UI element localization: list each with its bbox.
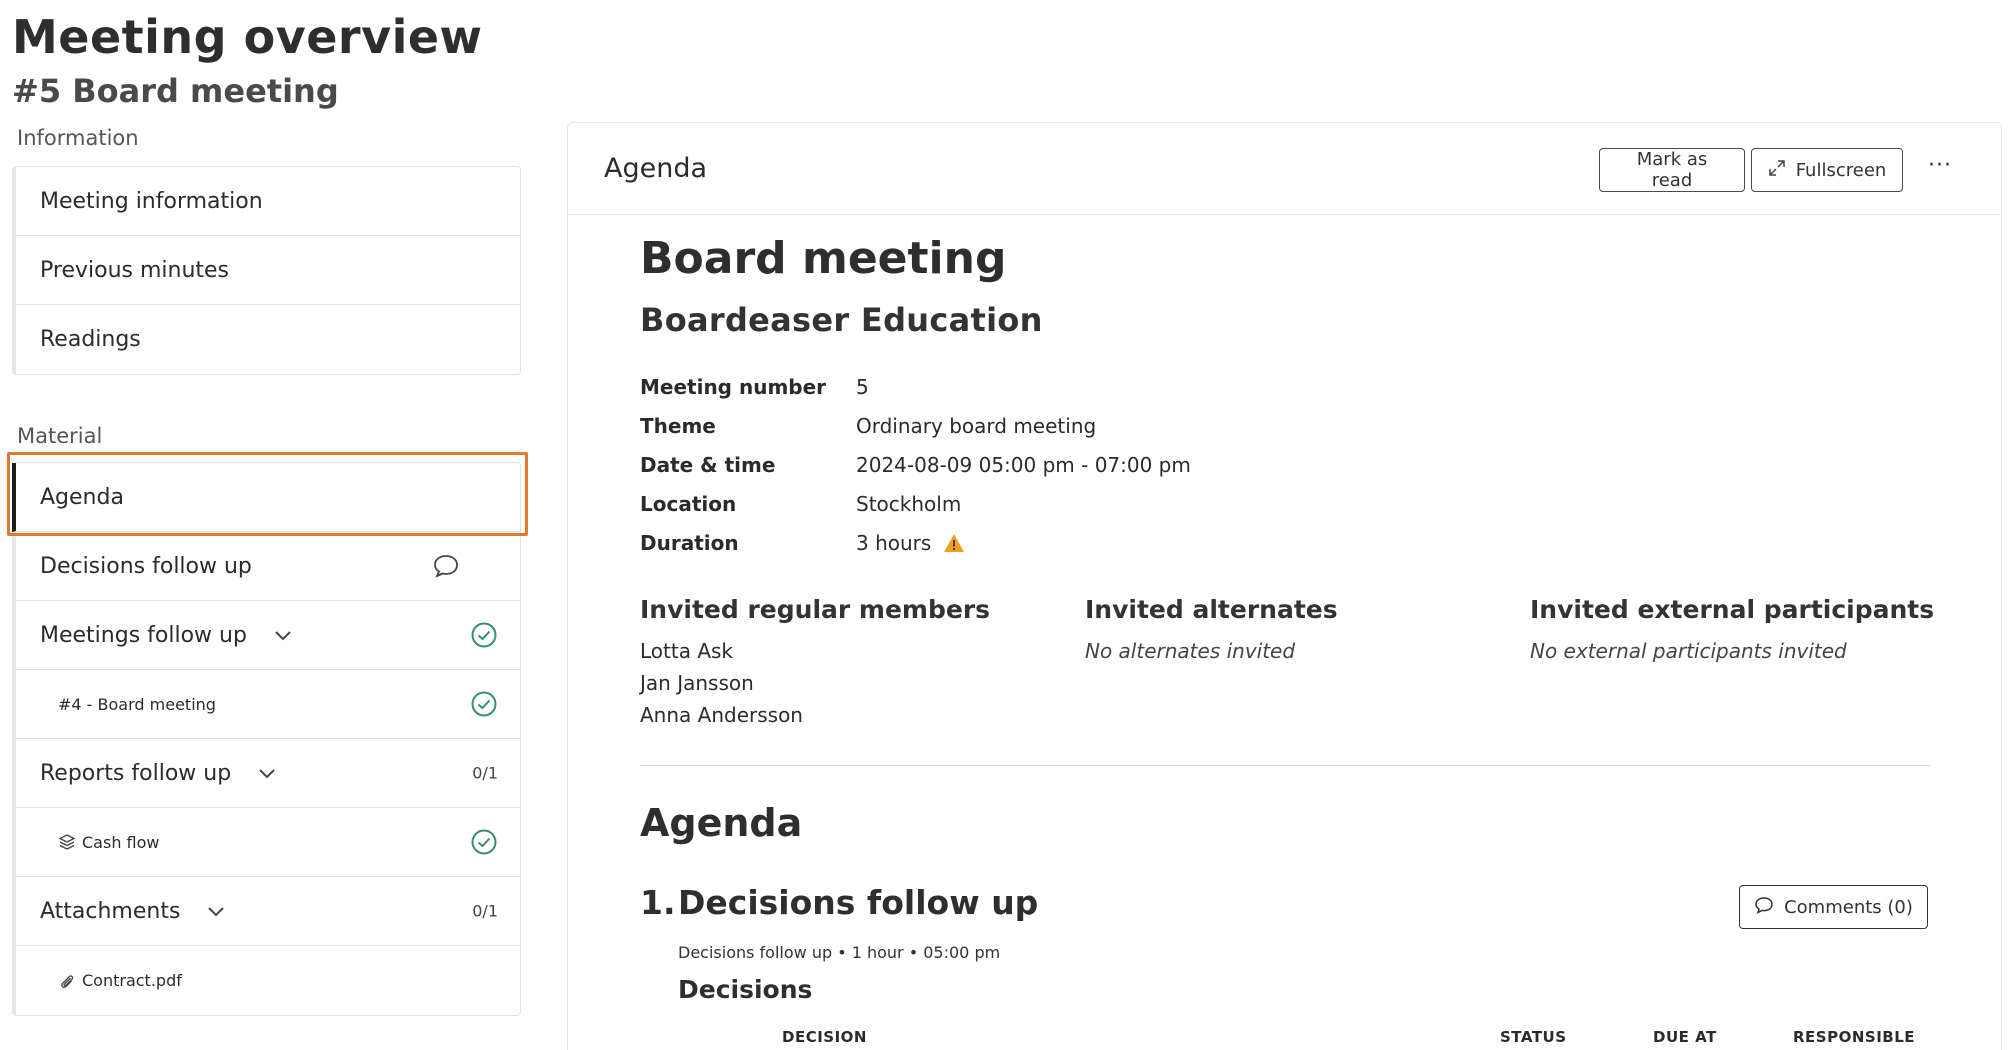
- material-section-label: Material: [17, 424, 103, 448]
- nav-item-attachments[interactable]: Attachments 0/1: [16, 877, 520, 946]
- nav-item-label: Agenda: [40, 484, 124, 510]
- info-value-meeting-number: 5: [856, 375, 869, 399]
- info-key-date-time: Date & time: [640, 453, 776, 477]
- agenda-heading: Agenda: [640, 801, 803, 845]
- invited-member: Anna Andersson: [640, 703, 803, 727]
- agenda-item-title-text: Decisions follow up: [678, 883, 1039, 922]
- material-nav: Agenda Decisions follow up Meetings foll…: [12, 462, 521, 1016]
- expand-icon: [1768, 159, 1796, 182]
- information-section-label: Information: [17, 126, 139, 150]
- panel-header: Agenda Mark as read Fullscreen ···: [568, 123, 2001, 215]
- invited-member: Lotta Ask: [640, 639, 734, 663]
- nav-item-contract-pdf[interactable]: Contract.pdf: [16, 946, 520, 1015]
- table-header-responsible: RESPONSIBLE: [1793, 1028, 1916, 1046]
- check-circle-icon: [470, 621, 498, 649]
- agenda-item-title: 1.Decisions follow up: [640, 883, 1038, 922]
- fullscreen-button[interactable]: Fullscreen: [1751, 148, 1903, 192]
- invited-member: Jan Jansson: [640, 671, 754, 695]
- info-value-theme: Ordinary board meeting: [856, 414, 1097, 438]
- mark-as-read-button[interactable]: Mark as read: [1599, 148, 1745, 192]
- nav-item-decisions-follow-up[interactable]: Decisions follow up: [16, 532, 520, 601]
- progress-count: 0/1: [472, 763, 498, 783]
- info-value-date-time: 2024-08-09 05:00 pm - 07:00 pm: [856, 453, 1191, 477]
- invited-external-empty: No external participants invited: [1530, 639, 1847, 663]
- nav-item-label: Meeting information: [40, 188, 263, 214]
- layers-icon: [58, 833, 76, 851]
- page-subtitle: #5 Board meeting: [12, 72, 339, 110]
- document-title: Board meeting: [640, 233, 1007, 284]
- decisions-heading: Decisions: [678, 975, 813, 1004]
- info-key-meeting-number: Meeting number: [640, 375, 827, 399]
- table-header-status: STATUS: [1500, 1028, 1567, 1046]
- nav-item-label: Contract.pdf: [82, 971, 182, 990]
- comment-icon: [1754, 896, 1784, 919]
- comment-icon: [432, 553, 460, 579]
- section-divider: [640, 765, 1930, 766]
- panel-title: Agenda: [604, 153, 708, 184]
- check-circle-icon: [470, 690, 498, 718]
- information-nav: Meeting information Previous minutes Rea…: [12, 166, 521, 375]
- info-key-location: Location: [640, 492, 737, 516]
- nav-item-meeting-information[interactable]: Meeting information: [16, 167, 520, 236]
- info-key-theme: Theme: [640, 414, 716, 438]
- table-header-due-at: DUE AT: [1653, 1028, 1717, 1046]
- progress-count: 0/1: [472, 901, 498, 921]
- nav-item-label: Decisions follow up: [40, 553, 252, 579]
- invited-regular-title: Invited regular members: [640, 595, 991, 624]
- agenda-panel: Agenda Mark as read Fullscreen ··· Board…: [567, 122, 2002, 1050]
- nav-item-reports-follow-up[interactable]: Reports follow up 0/1: [16, 739, 520, 808]
- more-options-icon[interactable]: ···: [1928, 153, 1952, 178]
- info-value-duration-row: 3 hours: [856, 531, 965, 555]
- nav-item-agenda[interactable]: Agenda: [12, 463, 520, 532]
- invited-alternates-title: Invited alternates: [1085, 595, 1338, 624]
- info-key-duration: Duration: [640, 531, 739, 555]
- nav-item-board-meeting-4[interactable]: #4 - Board meeting: [16, 670, 520, 739]
- agenda-item-number: 1.: [640, 883, 676, 922]
- chevron-down-icon[interactable]: [255, 761, 279, 785]
- chevron-down-icon[interactable]: [271, 623, 295, 647]
- nav-item-label: Attachments: [40, 898, 181, 924]
- chevron-down-icon[interactable]: [204, 899, 228, 923]
- table-header-decision: DECISION: [782, 1028, 867, 1046]
- nav-item-readings[interactable]: Readings: [16, 305, 520, 374]
- comments-button[interactable]: Comments (0): [1739, 885, 1928, 929]
- nav-item-label: Previous minutes: [40, 257, 230, 283]
- check-circle-icon: [470, 828, 498, 856]
- page-title: Meeting overview: [12, 10, 483, 64]
- agenda-item-meta: Decisions follow up • 1 hour • 05:00 pm: [678, 943, 1001, 962]
- nav-item-previous-minutes[interactable]: Previous minutes: [16, 236, 520, 305]
- nav-item-label: Readings: [40, 327, 141, 352]
- invited-alternates-empty: No alternates invited: [1085, 639, 1296, 663]
- info-value-duration: 3 hours: [856, 531, 932, 555]
- nav-item-label: Cash flow: [82, 832, 160, 852]
- paperclip-icon: [58, 972, 76, 990]
- nav-item-label: Meetings follow up: [40, 622, 247, 648]
- nav-item-label: #4 - Board meeting: [58, 694, 216, 714]
- info-value-location: Stockholm: [856, 492, 962, 516]
- nav-item-meetings-follow-up[interactable]: Meetings follow up: [16, 601, 520, 670]
- fullscreen-label: Fullscreen: [1795, 159, 1887, 181]
- warning-icon: [943, 533, 965, 553]
- comments-label: Comments (0): [1784, 896, 1913, 918]
- invited-external-title: Invited external participants: [1530, 595, 1935, 624]
- organization-name: Boardeaser Education: [640, 301, 1043, 339]
- nav-item-cash-flow[interactable]: Cash flow: [16, 808, 520, 877]
- nav-item-label: Reports follow up: [40, 760, 232, 786]
